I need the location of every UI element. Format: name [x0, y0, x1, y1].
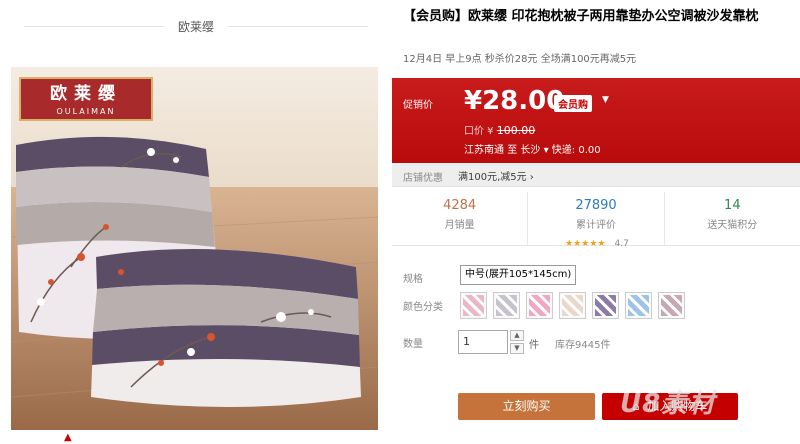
original-price-value: 100.00 [496, 124, 536, 137]
brand-logo: 欧莱缨 OULAIMAN [19, 77, 153, 121]
color-swatch[interactable] [559, 292, 586, 319]
chevron-down-icon[interactable]: ▼ [602, 95, 609, 105]
stat-value[interactable]: 27890 [528, 198, 663, 213]
product-info: 【会员购】欧莱缨 印花抱枕被子两用靠垫办公空调被沙发靠枕 12月4日 早上9点 … [392, 0, 800, 444]
stat-label: 送天猫积分 [707, 220, 758, 231]
ship-to-word: 至 [507, 145, 518, 156]
product-title: 【会员购】欧莱缨 印花抱枕被子两用靠垫办公空调被沙发靠枕 [403, 9, 759, 24]
color-label: 颜色分类 [403, 302, 443, 313]
sales-stats: 4284 月销量 27890 累计评价 ★★★★★ 4.7 14 送天猫积分 [392, 192, 800, 249]
size-label: 规格 [403, 274, 423, 285]
coupon-label: 店铺优惠 [403, 173, 443, 184]
brand-logo-en: OULAIMAN [56, 107, 116, 116]
star-rating-icon: ★★★★★ [565, 239, 606, 249]
stat-label-text: 累计评价 [575, 220, 616, 231]
chevron-down-icon[interactable]: ▾ [544, 145, 549, 156]
product-page: 欧莱缨 欧莱缨 OULAIMAN ▲ 【会员购】欧莱缨 印花抱枕被子两用靠垫办公… [0, 0, 800, 444]
size-option[interactable]: 中号(展开105*145cm) [460, 265, 577, 285]
shipping-info: 江苏南通 至 长沙 ▾ 快递: 0.00 [464, 141, 601, 156]
stock-count: 库存9445件 [555, 340, 611, 351]
color-swatch-thumb [562, 295, 583, 316]
color-swatch[interactable] [658, 292, 685, 319]
original-price: 口价 ¥ 100.00 [464, 122, 535, 137]
chevron-up-icon[interactable]: ▲ [64, 432, 72, 443]
ship-to-selector[interactable]: 长沙 [520, 145, 540, 156]
member-badge[interactable]: 会员购 [554, 95, 592, 112]
shop-name[interactable]: 欧莱缨 [178, 18, 214, 35]
original-price-label: 口价 ¥ [464, 126, 494, 137]
product-photo[interactable]: 欧莱缨 OULAIMAN [11, 67, 378, 430]
color-swatch-thumb [529, 295, 550, 316]
promo-line: 12月4日 早上9点 秒杀价28元 全场满100元再减5元 [403, 54, 637, 65]
watermark: U8素材 [620, 389, 716, 419]
color-swatch-thumb [661, 295, 682, 316]
color-swatch[interactable] [526, 292, 553, 319]
divider [228, 25, 369, 27]
brand-logo-cn: 欧莱缨 [50, 84, 122, 104]
quantity-decrease-button[interactable]: ▼ [510, 343, 524, 354]
price-panel: 促销价 ¥28.00 会员购 ▼ 口价 ¥ 100.00 江苏南通 至 长沙 ▾… [392, 78, 800, 163]
ship-from: 江苏南通 [464, 145, 504, 156]
shop-coupon-row: 店铺优惠 满100元,减5元 › [392, 163, 800, 187]
coupon-tag[interactable]: 满100元,减5元 › [458, 168, 534, 183]
rating-value: 4.7 [614, 239, 629, 249]
quantity-unit: 件 [529, 340, 539, 351]
stat-reviews[interactable]: 27890 累计评价 ★★★★★ 4.7 [528, 192, 665, 249]
stat-label: 月销量 [444, 220, 475, 231]
quantity-increase-button[interactable]: ▲ [510, 330, 524, 341]
stat-value: 4284 [443, 198, 477, 213]
product-photo-illustration [11, 67, 378, 430]
color-swatch-thumb [463, 295, 484, 316]
color-swatches [460, 292, 685, 319]
color-swatch-thumb [628, 295, 649, 316]
quantity-label: 数量 [403, 339, 423, 350]
buy-now-button[interactable]: 立刻购买 [458, 393, 595, 420]
color-swatch[interactable] [460, 292, 487, 319]
stat-value: 14 [724, 198, 741, 213]
shop-header: 欧莱缨 [10, 0, 382, 52]
price-label: 促销价 [403, 100, 433, 111]
color-swatch[interactable] [493, 292, 520, 319]
color-swatch-thumb [595, 295, 616, 316]
stat-monthly-sales: 4284 月销量 [392, 192, 529, 245]
color-swatch-thumb [496, 295, 517, 316]
color-swatch[interactable] [625, 292, 652, 319]
color-swatch[interactable] [592, 292, 619, 319]
quantity-input[interactable]: 1 [458, 330, 508, 354]
divider [24, 25, 164, 27]
rating-row: ★★★★★ 4.7 [528, 231, 663, 250]
current-price: ¥28.00 [464, 86, 565, 116]
stat-label: 累计评价 [528, 216, 663, 231]
stat-points: 14 送天猫积分 [665, 192, 800, 245]
product-gallery: 欧莱缨 欧莱缨 OULAIMAN ▲ [0, 0, 392, 444]
ship-method: 快递: 0.00 [551, 145, 601, 156]
